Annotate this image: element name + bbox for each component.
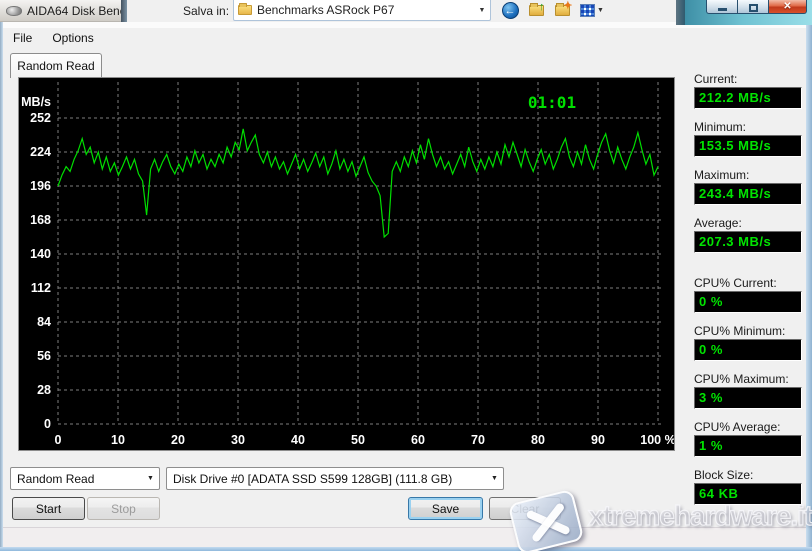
- minimize-button[interactable]: [706, 0, 737, 14]
- aida64-disk-benchmark-window: AIDA64 Disk Bench Salva in: Benchmarks A…: [0, 0, 812, 551]
- window-border-left: [0, 22, 3, 548]
- background-window-edge: [676, 0, 685, 25]
- hard-disk-icon: [6, 6, 22, 16]
- start-button[interactable]: Start: [12, 497, 85, 520]
- svg-text:140: 140: [30, 247, 51, 261]
- stat-value-cpu-average: 1 %: [694, 435, 802, 457]
- back-arrow-icon: ←: [502, 2, 519, 19]
- clear-button[interactable]: Clear: [489, 497, 561, 520]
- stat-value-current: 212.2 MB/s: [694, 87, 802, 109]
- chevron-down-icon[interactable]: ▼: [474, 7, 490, 14]
- chevron-down-icon: ▼: [486, 475, 503, 482]
- save-location-value: Benchmarks ASRock P67: [257, 3, 394, 17]
- svg-text:80: 80: [531, 433, 545, 447]
- window-border-right: [806, 25, 812, 548]
- window-title: AIDA64 Disk Bench: [27, 4, 121, 18]
- svg-text:70: 70: [471, 433, 485, 447]
- new-folder-button[interactable]: ✦: [553, 1, 571, 19]
- svg-text:168: 168: [30, 213, 51, 227]
- svg-text:112: 112: [31, 281, 51, 295]
- background-window-titlebar: ✕: [685, 0, 812, 25]
- svg-text:MB/s: MB/s: [21, 95, 51, 109]
- stat-label-average: Average:: [694, 216, 806, 230]
- new-folder-icon: ✦: [555, 5, 570, 16]
- stat-label-cpu-minimum: CPU% Minimum:: [694, 324, 806, 338]
- stat-value-minimum: 153.5 MB/s: [694, 135, 802, 157]
- svg-text:60: 60: [411, 433, 425, 447]
- stat-label-block-size: Block Size:: [694, 468, 806, 482]
- svg-text:90: 90: [591, 433, 605, 447]
- svg-text:0: 0: [55, 433, 62, 447]
- views-grid-icon: [580, 4, 595, 17]
- menu-file[interactable]: File: [3, 29, 42, 47]
- svg-text:100 %: 100 %: [640, 433, 674, 447]
- close-button[interactable]: ✕: [768, 0, 807, 14]
- stat-value-block-size: 64 KB: [694, 483, 802, 505]
- folder-up-icon: ↑: [529, 5, 544, 16]
- folder-icon: [238, 5, 252, 15]
- stat-label-maximum: Maximum:: [694, 168, 806, 182]
- stat-label-cpu-current: CPU% Current:: [694, 276, 806, 290]
- menu-options[interactable]: Options: [42, 29, 103, 47]
- back-button[interactable]: ←: [501, 1, 519, 19]
- stat-label-cpu-average: CPU% Average:: [694, 420, 806, 434]
- svg-text:84: 84: [37, 315, 51, 329]
- svg-text:252: 252: [30, 111, 51, 125]
- up-one-level-button[interactable]: ↑: [527, 1, 545, 19]
- test-type-value: Random Read: [17, 472, 94, 486]
- menu-bar: File Options: [3, 28, 806, 48]
- svg-text:224: 224: [30, 145, 51, 159]
- benchmark-chart: 0 10 20 30 40 50 60 70 80 90 100 % 0 28 56 84 112 140 168…: [18, 77, 675, 451]
- test-type-combobox[interactable]: Random Read ▼: [10, 467, 160, 490]
- drive-value: Disk Drive #0 [ADATA SSD S599 128GB] (11…: [173, 472, 452, 486]
- stat-label-minimum: Minimum:: [694, 120, 806, 134]
- stat-value-average: 207.3 MB/s: [694, 231, 802, 253]
- tab-random-read[interactable]: Random Read: [10, 53, 102, 78]
- drive-combobox[interactable]: Disk Drive #0 [ADATA SSD S599 128GB] (11…: [166, 467, 504, 490]
- svg-text:20: 20: [171, 433, 185, 447]
- chevron-down-icon: ▼: [142, 475, 159, 482]
- save-button[interactable]: Save: [408, 497, 483, 520]
- svg-text:28: 28: [37, 383, 51, 397]
- stat-label-cpu-maximum: CPU% Maximum:: [694, 372, 806, 386]
- stat-value-maximum: 243.4 MB/s: [694, 183, 802, 205]
- svg-text:30: 30: [231, 433, 245, 447]
- maximize-button[interactable]: [737, 0, 768, 14]
- close-icon: ✕: [783, 1, 791, 12]
- title-bar[interactable]: AIDA64 Disk Bench: [0, 0, 121, 22]
- svg-text:50: 50: [351, 433, 365, 447]
- save-dialog-strip: Salva in: Benchmarks ASRock P67 ▼ ← ↑ ✦ …: [127, 0, 676, 22]
- chart-plot: 0 10 20 30 40 50 60 70 80 90 100 % 0 28 56 84 112 140 168…: [19, 78, 674, 450]
- svg-text:01:01: 01:01: [528, 93, 576, 112]
- maximize-icon: [749, 4, 758, 12]
- views-menu-button[interactable]: ▼: [579, 1, 605, 19]
- window-border-bottom: [0, 547, 812, 551]
- svg-text:196: 196: [30, 179, 51, 193]
- stat-value-cpu-maximum: 3 %: [694, 387, 802, 409]
- stop-button[interactable]: Stop: [87, 497, 160, 520]
- svg-text:40: 40: [291, 433, 305, 447]
- svg-text:56: 56: [37, 349, 51, 363]
- status-bar: [3, 527, 806, 547]
- save-location-combobox[interactable]: Benchmarks ASRock P67 ▼: [233, 0, 491, 21]
- minimize-icon: [718, 8, 727, 11]
- stat-label-current: Current:: [694, 72, 806, 86]
- save-in-label: Salva in:: [183, 4, 229, 18]
- chevron-down-icon: ▼: [597, 7, 604, 14]
- svg-text:10: 10: [111, 433, 125, 447]
- stat-value-cpu-current: 0 %: [694, 291, 802, 313]
- stat-value-cpu-minimum: 0 %: [694, 339, 802, 361]
- svg-text:0: 0: [44, 417, 51, 431]
